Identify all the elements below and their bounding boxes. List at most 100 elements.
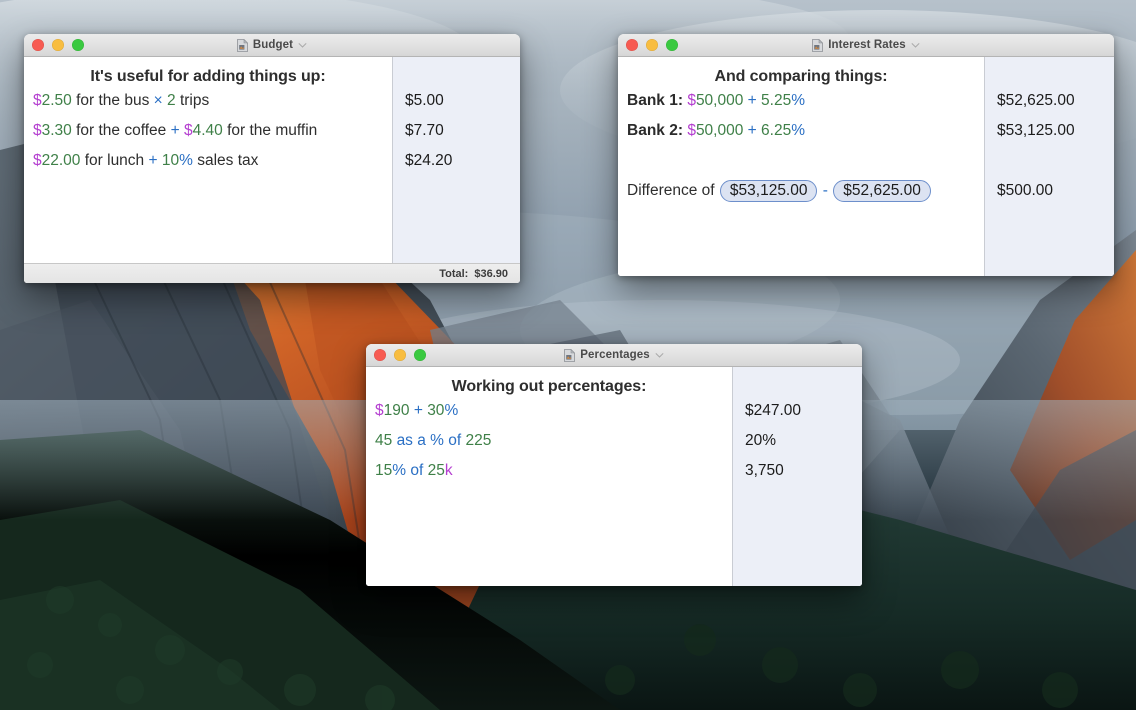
- percentages-expression-pane[interactable]: Working out percentages: $190 + 30% 45 as…: [366, 367, 732, 586]
- window-percentages[interactable]: Percentages Working out percentages: $19…: [366, 344, 862, 586]
- interest-rates-result-pane: $52,625.00 $53,125.00 $500.00: [984, 57, 1114, 276]
- window-budget[interactable]: Budget It's useful for adding things up:…: [24, 34, 520, 283]
- token-number: 2: [167, 92, 176, 110]
- window-title-text: Percentages: [580, 349, 650, 361]
- token-number: 10: [161, 152, 180, 170]
- token-currency: $: [687, 122, 696, 140]
- result-row: 3,750: [745, 462, 784, 480]
- minimize-button[interactable]: [52, 39, 64, 51]
- token-number: 45: [375, 432, 393, 450]
- token-number: 15: [375, 462, 393, 480]
- chevron-down-icon[interactable]: [655, 352, 664, 359]
- total-value: $36.90: [474, 267, 508, 280]
- token-operator: +: [747, 122, 757, 140]
- token-number: 6.25: [761, 122, 792, 140]
- expression-row[interactable]: $190 + 30%: [375, 396, 732, 426]
- token-number: 3.30: [41, 122, 72, 140]
- token-number: 30: [427, 402, 445, 420]
- expression-row[interactable]: Bank 1: $50,000 + 5.25%: [627, 86, 984, 116]
- expression-row[interactable]: Bank 2: $50,000 + 6.25%: [627, 116, 984, 146]
- chevron-down-icon[interactable]: [298, 42, 307, 49]
- expression-row[interactable]: $22.00 for lunch + 10% sales tax: [33, 146, 392, 176]
- token-number: 25: [427, 462, 445, 480]
- token-operator: +: [413, 402, 423, 420]
- token-currency: $: [33, 122, 42, 140]
- titlebar-budget[interactable]: Budget: [24, 34, 520, 57]
- token-operator: of: [410, 462, 424, 480]
- token-operator: as a % of: [396, 432, 462, 450]
- interest-rates-heading: And comparing things:: [714, 68, 888, 85]
- zoom-button[interactable]: [72, 39, 84, 51]
- token-unit: k: [444, 462, 453, 480]
- token-currency: $: [687, 92, 696, 110]
- zoom-button[interactable]: [666, 39, 678, 51]
- close-button[interactable]: [32, 39, 44, 51]
- token-number: 2.50: [41, 92, 72, 110]
- token-number: 4.40: [192, 122, 223, 140]
- chevron-down-icon[interactable]: [911, 42, 920, 49]
- result-row: $52,625.00: [997, 92, 1075, 110]
- token-number: 5.25: [761, 92, 792, 110]
- expression-spacer-row: [627, 146, 984, 176]
- token-currency: $: [33, 152, 42, 170]
- token-number: 50,000: [695, 92, 744, 110]
- titlebar-percentages[interactable]: Percentages: [366, 344, 862, 367]
- minimize-button[interactable]: [646, 39, 658, 51]
- expression-row[interactable]: $3.30 for the coffee + $4.40 for the muf…: [33, 116, 392, 146]
- token-operator: %: [791, 92, 806, 110]
- total-label: Total:: [439, 267, 469, 280]
- token-operator: %: [392, 462, 407, 480]
- token-plain: trips: [175, 92, 210, 110]
- result-row: $7.70: [405, 122, 444, 140]
- token-currency: $: [33, 92, 42, 110]
- expression-row[interactable]: Difference of $53,125.00 - $52,625.00: [627, 176, 984, 206]
- titlebar-interest-rates[interactable]: Interest Rates: [618, 34, 1114, 57]
- token-operator: %: [179, 152, 193, 170]
- percentages-expression-rows: $190 + 30% 45 as a % of 225 15% of 25 k: [366, 396, 732, 486]
- budget-expression-rows: $2.50 for the bus × 2 trips $3.30 for the…: [24, 86, 392, 176]
- percentages-heading: Working out percentages:: [451, 378, 647, 395]
- token-number: 190: [383, 402, 410, 420]
- result-row: $500.00: [997, 182, 1054, 200]
- document-icon: [812, 38, 824, 52]
- window-title-text: Interest Rates: [828, 39, 906, 51]
- token-operator: ×: [153, 92, 163, 110]
- token-operator: +: [170, 122, 180, 140]
- budget-result-pane: $5.00 $7.70 $24.20: [392, 57, 520, 263]
- window-interest-rates[interactable]: Interest Rates And comparing things: Ban…: [618, 34, 1114, 276]
- token-plain: for the muffin: [222, 122, 318, 140]
- token-number: 50,000: [695, 122, 744, 140]
- interest-rates-body: And comparing things: Bank 1: $50,000 + …: [618, 57, 1114, 276]
- close-button[interactable]: [626, 39, 638, 51]
- interest-rates-expression-rows: Bank 1: $50,000 + 5.25% Bank 2: $50,000 +…: [618, 86, 984, 206]
- interest-rates-result-rows: $52,625.00 $53,125.00 $500.00: [985, 86, 1114, 206]
- budget-result-rows: $5.00 $7.70 $24.20: [393, 86, 520, 176]
- token-label: Bank 1:: [627, 92, 683, 110]
- result-row: $53,125.00: [997, 122, 1075, 140]
- token-pill[interactable]: $53,125.00: [719, 179, 818, 203]
- result-row: $5.00: [405, 92, 444, 110]
- percentages-result-pane: $247.00 20% 3,750: [732, 367, 862, 586]
- result-row: $24.20: [405, 152, 453, 170]
- budget-body: It's useful for adding things up: $2.50 …: [24, 57, 520, 263]
- token-operator: %: [444, 402, 459, 420]
- expression-row[interactable]: $2.50 for the bus × 2 trips: [33, 86, 392, 116]
- expression-row[interactable]: 45 as a % of 225: [375, 426, 732, 456]
- token-number: 22.00: [41, 152, 81, 170]
- token-operator: +: [747, 92, 757, 110]
- zoom-button[interactable]: [414, 349, 426, 361]
- token-pill[interactable]: $52,625.00: [833, 179, 931, 203]
- window-title-interest-rates: Interest Rates: [618, 34, 1114, 56]
- traffic-lights-budget: [24, 39, 84, 51]
- token-operator: %: [791, 122, 806, 140]
- budget-expression-pane[interactable]: It's useful for adding things up: $2.50 …: [24, 57, 392, 263]
- token-number: 225: [465, 432, 492, 450]
- close-button[interactable]: [374, 349, 386, 361]
- minimize-button[interactable]: [394, 349, 406, 361]
- expression-row[interactable]: 15% of 25 k: [375, 456, 732, 486]
- traffic-lights-interest-rates: [618, 39, 678, 51]
- interest-rates-expression-pane[interactable]: And comparing things: Bank 1: $50,000 + …: [618, 57, 984, 276]
- token-label: Bank 2:: [627, 122, 683, 140]
- token-currency: $: [183, 122, 193, 140]
